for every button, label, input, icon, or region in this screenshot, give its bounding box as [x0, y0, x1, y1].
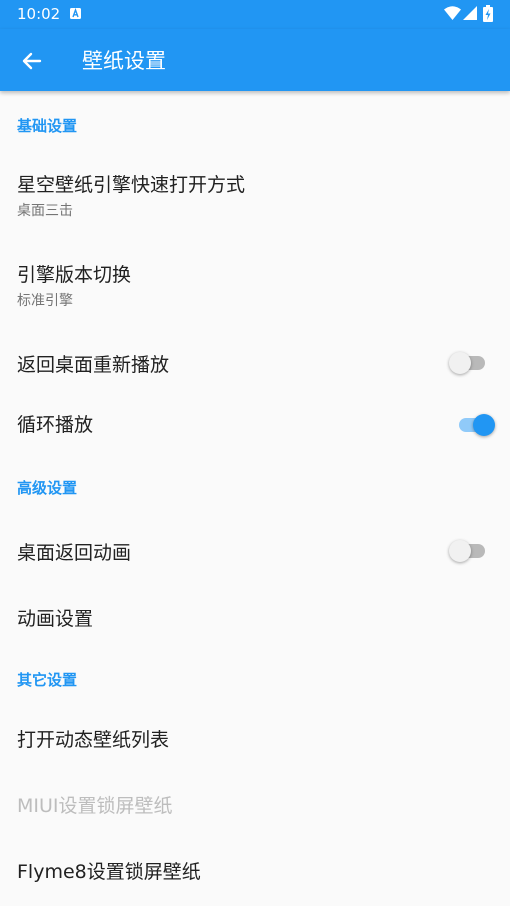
home-anim-switch[interactable]: [449, 537, 489, 562]
section-header-basic: 基础设置: [17, 117, 78, 135]
pref-home-anim[interactable]: 桌面返回动画: [0, 519, 510, 579]
loop-switch[interactable]: [455, 411, 495, 436]
pref-title: 星空壁纸引擎快速打开方式: [17, 174, 246, 196]
section-header-other: 其它设置: [17, 671, 78, 689]
status-bar: 10:02: [0, 0, 510, 29]
status-time: 10:02: [17, 5, 61, 23]
pref-anim-settings[interactable]: 动画设置: [0, 585, 510, 645]
pref-title: 桌面返回动画: [17, 542, 132, 564]
switch-thumb: [449, 352, 471, 374]
pref-title: Flyme8设置锁屏壁纸: [17, 861, 201, 883]
pref-title: 打开动态壁纸列表: [17, 729, 170, 751]
page-title: 壁纸设置: [82, 49, 166, 73]
pref-summary: 标准引擎: [17, 293, 73, 309]
pref-replay-on-home[interactable]: 返回桌面重新播放: [0, 332, 510, 392]
wifi-icon: [444, 6, 461, 20]
pref-open-method[interactable]: 星空壁纸引擎快速打开方式 桌面三击: [0, 152, 510, 232]
switch-thumb: [449, 540, 471, 562]
app-bar: 壁纸设置: [0, 29, 510, 91]
replay-on-home-switch[interactable]: [449, 349, 489, 374]
pref-title: 动画设置: [17, 608, 94, 630]
pref-flyme-lock[interactable]: Flyme8设置锁屏壁纸: [0, 838, 510, 898]
pref-title: MIUI设置锁屏壁纸: [17, 795, 173, 817]
section-header-advanced: 高级设置: [17, 479, 78, 497]
pref-miui-lock: MIUI设置锁屏壁纸: [0, 772, 510, 832]
pref-engine-switch[interactable]: 引擎版本切换 标准引擎: [0, 242, 510, 322]
pref-summary: 桌面三击: [17, 203, 73, 219]
pref-title: 返回桌面重新播放: [17, 354, 170, 376]
a-square-icon: [70, 8, 81, 19]
pref-loop[interactable]: 循环播放: [0, 392, 510, 452]
signal-icon: [463, 6, 477, 20]
pref-title: 循环播放: [17, 414, 94, 436]
switch-thumb: [473, 414, 495, 436]
pref-title: 引擎版本切换: [17, 264, 132, 286]
battery-charging-icon: [483, 5, 493, 22]
arrow-left-icon[interactable]: [18, 47, 46, 75]
pref-wallpaper-list[interactable]: 打开动态壁纸列表: [0, 706, 510, 766]
